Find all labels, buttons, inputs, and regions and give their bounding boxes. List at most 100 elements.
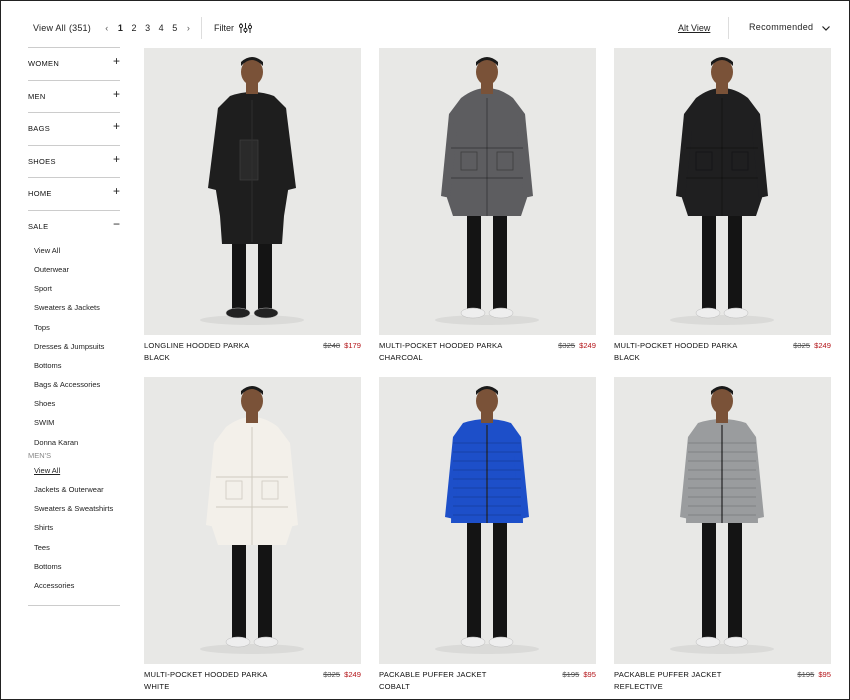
toolbar-divider-2 [728,17,729,39]
product-name[interactable]: MULTI-POCKET HOODED PARKA BLACK [614,340,764,363]
mens-subitem[interactable]: View All [34,466,60,475]
sale-subitem[interactable]: Bags & Accessories [34,380,100,389]
category-label: MEN [28,91,46,101]
view-all-link[interactable]: View All (351) [33,23,91,33]
alt-view-link[interactable]: Alt View [678,23,710,33]
mens-subitem[interactable]: Bottoms [34,562,62,571]
category-label: HOME [28,189,52,199]
category-label: SHOES [28,156,56,166]
original-price: $195 [797,670,815,679]
sidebar-category-women[interactable]: WOMEN + [28,47,120,80]
mens-subitem[interactable]: Jackets & Outerwear [34,485,104,494]
mens-heading: MEN'S [28,451,52,460]
sale-subitem[interactable]: Outerwear [34,265,69,274]
expand-icon[interactable]: + [113,152,120,166]
product-name[interactable]: PACKABLE PUFFER JACKET COBALT [379,669,529,692]
sale-subitem[interactable]: Dresses & Jumpsuits [34,342,104,351]
original-price: $325 [793,341,811,350]
sale-subitem[interactable]: Sweaters & Jackets [34,303,100,312]
expand-icon[interactable]: + [113,184,120,198]
filter-label: Filter [214,23,234,33]
category-label: SALE [28,221,49,231]
product-color: CHARCOAL [379,352,423,362]
sale-subitem[interactable]: Shoes [34,399,55,408]
original-price: $325 [558,341,576,350]
product-price: $195 $95 [797,669,831,681]
sale-subitem[interactable]: Tops [34,323,50,332]
collapse-icon[interactable]: − [113,217,120,231]
sale-price: $95 [818,670,831,679]
product-price: $325 $249 [558,340,596,352]
product-image[interactable] [614,48,831,335]
sidebar-category-home[interactable]: HOME + [28,177,120,210]
product-image[interactable] [144,48,361,335]
product-price: $325 $249 [323,669,361,681]
product-title[interactable]: MULTI-POCKET HOODED PARKA [144,669,294,681]
sale-price: $95 [583,670,596,679]
sidebar-category-shoes[interactable]: SHOES + [28,144,120,178]
mens-subitem[interactable]: Shirts [34,523,53,532]
product-name[interactable]: LONGLINE HOODED PARKA BLACK [144,340,294,363]
sale-subitem[interactable]: View All [34,246,60,255]
product-title[interactable]: MULTI-POCKET HOODED PARKA [614,340,764,352]
sale-price: $179 [344,341,361,350]
product-image[interactable] [144,377,361,664]
sliders-icon [239,23,252,33]
page-4-link[interactable]: 4 [154,23,168,33]
sale-price: $249 [344,670,361,679]
mens-subitem[interactable]: Accessories [34,581,74,590]
sale-subitem[interactable]: Bottoms [34,361,62,370]
sale-price: $249 [579,341,596,350]
sidebar-category-bags[interactable]: BAGS + [28,112,120,145]
category-label: WOMEN [28,59,60,68]
chevron-down-icon [822,26,831,31]
mens-subitem[interactable]: Tees [34,543,50,552]
mens-subitem[interactable]: Sweaters & Sweatshirts [34,504,113,513]
next-page-button[interactable]: › [182,23,196,33]
sidebar-category-sale[interactable]: SALE − [28,209,120,243]
page-3-link[interactable]: 3 [141,23,155,33]
product-color: BLACK [614,352,640,362]
toolbar-divider [201,17,202,39]
original-price: $195 [562,670,580,679]
sort-dropdown[interactable]: Recommended [749,22,831,32]
product-name[interactable]: MULTI-POCKET HOODED PARKA CHARCOAL [379,340,529,363]
product-color: BLACK [144,352,170,362]
product-title[interactable]: PACKABLE PUFFER JACKET [614,669,764,681]
page-1-link[interactable]: 1 [114,23,128,33]
product-image[interactable] [614,377,831,664]
pagination: ‹ 1 2 3 4 5 › [100,23,195,33]
product-price: $248 $179 [323,340,361,352]
sale-subitem[interactable]: SWIM [34,418,54,427]
product-title[interactable]: PACKABLE PUFFER JACKET [379,669,529,681]
expand-icon[interactable]: + [113,119,120,133]
page-2-link[interactable]: 2 [127,23,141,33]
category-sidebar: WOMEN + MEN + BAGS + SHOES + HOME + SALE − View All O… [28,47,120,590]
original-price: $248 [323,341,341,350]
product-title[interactable]: MULTI-POCKET HOODED PARKA [379,340,529,352]
product-color: COBALT [379,681,411,691]
product-image[interactable] [379,48,596,335]
filter-button[interactable]: Filter [214,23,252,33]
category-label: BAGS [28,124,51,134]
product-name[interactable]: MULTI-POCKET HOODED PARKA WHITE [144,669,294,692]
product-price: $195 $95 [562,669,596,681]
product-name[interactable]: PACKABLE PUFFER JACKET REFLECTIVE [614,669,764,692]
sale-subitem[interactable]: Donna Karan [34,438,78,447]
original-price: $325 [323,670,341,679]
toolbar: View All (351) ‹ 1 2 3 4 5 › Filter Alt V… [0,12,850,44]
sidebar-divider [28,605,120,606]
result-count: (351) [68,23,91,33]
prev-page-button[interactable]: ‹ [100,23,114,33]
product-color: REFLECTIVE [614,681,663,691]
expand-icon[interactable]: + [113,54,120,68]
expand-icon[interactable]: + [113,87,120,101]
sale-subitem[interactable]: Sport [34,284,52,293]
product-color: WHITE [144,681,170,691]
product-title[interactable]: LONGLINE HOODED PARKA [144,340,294,352]
product-image[interactable] [379,377,596,664]
sidebar-category-men[interactable]: MEN + [28,79,120,113]
page-5-link[interactable]: 5 [168,23,182,33]
sort-label: Recommended [749,22,814,32]
view-all-label[interactable]: View All [33,23,66,33]
